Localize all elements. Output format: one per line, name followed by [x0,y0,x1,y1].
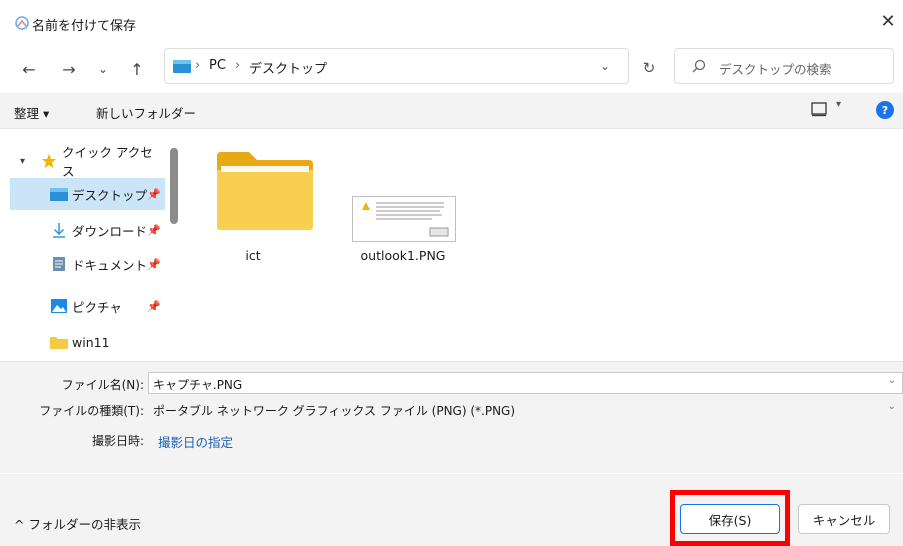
breadcrumb-desktop[interactable]: デスクトップ [249,58,327,77]
folder-icon [50,334,68,350]
new-folder-button[interactable]: 新しいフォルダー [96,103,196,122]
chevron-down-icon[interactable]: ▾ [20,156,32,167]
search-icon [692,59,706,73]
save-button[interactable]: 保存(S) [680,504,780,534]
sidebar-item-label: ダウンロード [72,223,148,239]
chevron-down-icon[interactable]: ⌄ [888,401,896,412]
star-icon [40,153,58,169]
navigation-pane: ▾ クイック アクセス デスクトップ 📌 ダウンロード 📌 ドキュメント 📌 ピ… [0,130,190,360]
search-box[interactable]: デスクトップの検索 [674,48,894,84]
sidebar-item-win11[interactable]: win11 [10,326,165,358]
desktop-icon [173,60,191,73]
document-icon [50,256,68,272]
desktop-icon [50,186,68,202]
back-button[interactable]: ← [18,58,40,80]
filename-input[interactable]: キャプチャ.PNG ⌄ [148,372,903,394]
sidebar-item-label: クイック アクセス [61,145,153,179]
cancel-button[interactable]: キャンセル [798,504,890,534]
filetype-select[interactable]: ポータブル ネットワーク グラフィックス ファイル (PNG) (*.PNG) … [148,398,903,420]
sidebar-item-label: win11 [72,334,110,350]
sidebar-item-downloads[interactable]: ダウンロード 📌 [10,214,165,246]
refresh-button[interactable]: ↻ [637,56,661,80]
search-input[interactable]: デスクトップの検索 [719,59,832,78]
breadcrumb-separator: › [235,58,241,73]
image-thumbnail-icon [352,196,456,242]
date-taken-link[interactable]: 撮影日の指定 [158,432,233,451]
sidebar-item-quick-access[interactable]: ▾ クイック アクセス [10,145,165,179]
help-button[interactable]: ? [876,101,894,119]
pin-icon: 📌 [147,187,161,201]
forward-button[interactable]: → [58,58,80,80]
command-bar: 整理 ▾ 新しいフォルダー [0,93,903,129]
organize-button[interactable]: 整理 ▾ [14,103,49,122]
sidebar-item-desktop[interactable]: デスクトップ 📌 [10,178,165,210]
title-bar: 名前を付けて保存 ✕ [0,0,903,42]
breadcrumb-pc[interactable]: PC [209,58,226,73]
chevron-down-icon[interactable]: ⌄ [600,59,610,73]
pin-icon: 📌 [147,299,161,313]
address-bar[interactable]: › PC › デスクトップ ⌄ [164,48,629,84]
sidebar-item-label: ピクチャ [72,299,122,315]
pin-icon: 📌 [147,223,161,237]
date-taken-label: 撮影日時: [91,434,144,448]
sidebar-item-documents[interactable]: ドキュメント 📌 [10,248,165,280]
chevron-down-icon[interactable]: ⌄ [888,375,896,386]
file-name: outlook1.PNG [360,248,446,263]
sidebar-item-pictures[interactable]: ピクチャ 📌 [10,290,165,322]
view-options-icon[interactable] [810,100,828,118]
window-title: 名前を付けて保存 [32,19,137,34]
sidebar-item-label: ドキュメント [72,257,148,273]
file-item-folder[interactable]: ict [198,148,313,268]
chevron-down-icon[interactable]: ▾ [836,99,841,110]
file-item-image[interactable]: outlook1.PNG [348,148,458,268]
file-name: ict [245,248,261,263]
filetype-label: ファイルの種類(T): [39,404,144,418]
sidebar-item-label: デスクトップ [72,187,148,203]
filetype-value: ポータブル ネットワーク グラフィックス ファイル (PNG) (*.PNG) [153,404,516,418]
close-button[interactable]: ✕ [873,6,903,36]
breadcrumb-separator: › [195,58,201,73]
pin-icon: 📌 [147,257,161,271]
filename-value: キャプチャ.PNG [153,378,243,392]
download-icon [50,222,68,238]
save-form: ファイル名(N): キャプチャ.PNG ⌄ ファイルの種類(T): ポータブル … [0,361,903,473]
up-button[interactable]: ↑ [126,58,148,80]
pictures-icon [50,298,68,314]
hide-folders-button[interactable]: ^ フォルダーの非表示 [14,514,141,533]
sidebar-scrollbar[interactable] [170,148,178,224]
recent-locations-button[interactable]: ⌄ [92,58,114,80]
file-list: ict outlook1.PNG [192,130,903,360]
filename-label: ファイル名(N): [61,378,144,392]
folder-icon [217,152,313,230]
save-dialog-icon [15,16,29,30]
